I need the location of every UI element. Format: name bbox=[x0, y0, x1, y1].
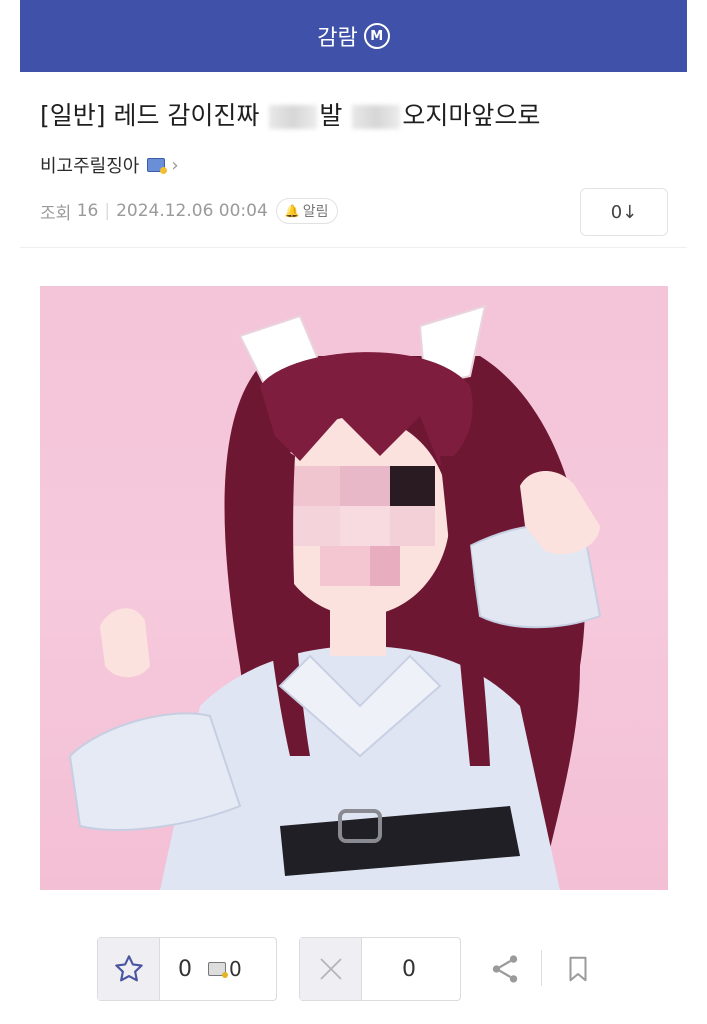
alert-button[interactable]: 🔔 알림 bbox=[275, 198, 338, 224]
post-title-prefix: [일반] 레드 감이진짜 bbox=[40, 101, 260, 130]
author-link[interactable]: 비고주릴징아 › bbox=[40, 152, 179, 178]
board-header[interactable]: 감람 M bbox=[20, 0, 687, 72]
x-icon bbox=[319, 958, 342, 980]
fixed-upvote-count: 0 bbox=[229, 957, 242, 981]
post-title-mid: 발 bbox=[319, 101, 351, 130]
user-level-icon bbox=[147, 158, 168, 174]
bookmark-icon bbox=[569, 956, 587, 982]
post-datetime: 2024.12.06 00:04 bbox=[116, 201, 268, 221]
views-label: 조회 bbox=[40, 203, 72, 224]
fixed-upvote: 0 bbox=[208, 938, 242, 1000]
comment-count: 0↓ bbox=[610, 201, 638, 223]
downvote-count: 0 bbox=[402, 956, 416, 982]
views-count: 16 bbox=[76, 201, 99, 221]
downvote-group[interactable]: 0 bbox=[299, 937, 461, 1001]
author-name: 비고주릴징아 bbox=[40, 156, 140, 177]
share-button[interactable] bbox=[487, 950, 523, 988]
upvote-group[interactable]: 0 0 bbox=[97, 937, 277, 1001]
chevron-right-icon: › bbox=[171, 154, 179, 176]
censored-text bbox=[269, 105, 318, 129]
action-divider bbox=[541, 950, 542, 986]
post-meta: 조회 16 | 2024.12.06 00:04 🔔 알림 bbox=[40, 198, 338, 224]
post-title: [일반] 레드 감이진짜 발 오지마앞으로 bbox=[40, 96, 680, 132]
share-icon bbox=[492, 955, 518, 983]
manager-badge-icon: M bbox=[363, 23, 390, 49]
downvote-button[interactable] bbox=[300, 938, 362, 1000]
star-icon bbox=[114, 955, 143, 982]
censored-text bbox=[352, 105, 401, 129]
comment-jump-button[interactable]: 0↓ bbox=[580, 188, 668, 236]
divider bbox=[20, 247, 687, 248]
board-title: 감람 bbox=[317, 26, 358, 51]
bookmark-button[interactable] bbox=[560, 950, 596, 988]
meta-divider: | bbox=[104, 201, 111, 221]
post-title-suffix: 오지마앞으로 bbox=[402, 101, 541, 130]
upvote-count: 0 bbox=[178, 956, 192, 982]
upvote-button[interactable] bbox=[98, 938, 160, 1000]
alert-label: 알림 bbox=[302, 204, 329, 220]
post-image[interactable] bbox=[40, 286, 668, 890]
bell-icon: 🔔 bbox=[284, 204, 300, 218]
anime-character-illustration bbox=[68, 304, 602, 890]
fixed-member-icon bbox=[208, 962, 228, 978]
